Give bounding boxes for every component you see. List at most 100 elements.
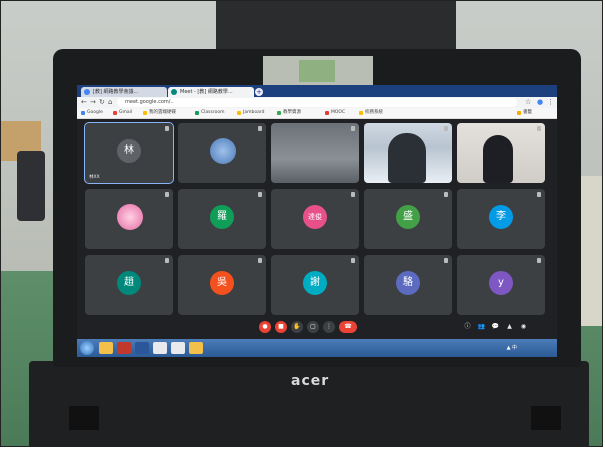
camera-toggle-button[interactable]: ■	[275, 321, 287, 333]
mic-muted-icon	[537, 258, 541, 263]
bookmark-item[interactable]: Gmail	[113, 109, 132, 117]
bookmarks-bar: Google Gmail 我的雲端硬碟 Classroom Jamboard 教…	[77, 108, 557, 119]
activities-icon[interactable]: ▲	[505, 322, 514, 331]
menu-icon[interactable]: ⋮	[547, 99, 554, 106]
avatar	[210, 138, 236, 164]
participant-tile[interactable]: 趙	[85, 255, 173, 315]
bookmark-item[interactable]: 書籤	[517, 109, 532, 117]
bookmark-icon	[81, 111, 85, 115]
participant-tile[interactable]: 謝	[271, 255, 359, 315]
mic-muted-icon	[351, 126, 355, 131]
more-icon: ⋮	[326, 323, 332, 330]
participant-tile[interactable]: 達俊	[271, 189, 359, 249]
star-icon[interactable]: ☆	[525, 99, 531, 106]
webcam-sticker	[299, 60, 335, 82]
bookmark-icon	[237, 111, 241, 115]
bookmark-icon	[277, 111, 281, 115]
participant-avatar: 謝	[303, 270, 327, 295]
bookmark-icon	[143, 111, 147, 115]
mic-muted-icon	[444, 126, 448, 131]
participant-avatar: 盛	[396, 204, 420, 229]
laptop-screen: [教] 網路教學會議... Meet - [教] 網路教學... + ← → ↻…	[77, 85, 557, 357]
reload-icon[interactable]: ↻	[99, 99, 105, 106]
photo-frame: acer [教] 網路教學會議... Meet - [教] 網路教學... + …	[0, 0, 603, 447]
tab-label: Meet - [教] 網路教學...	[180, 89, 233, 95]
system-tray[interactable]: ▲ 中	[507, 344, 517, 351]
participant-video	[85, 189, 173, 249]
participant-tile[interactable]	[271, 123, 359, 183]
bookmark-item[interactable]: 教學資源	[277, 109, 301, 117]
media-icon[interactable]	[117, 342, 131, 354]
participant-tile[interactable]: 盛	[364, 189, 452, 249]
chrome-icon[interactable]	[153, 342, 167, 354]
address-bar: ← → ↻ ⌂ meet.google.com/.. ☆ ● ⋮	[77, 97, 557, 108]
forward-icon[interactable]: →	[90, 99, 96, 106]
browser-tab-1[interactable]: [教] 網路教學會議...	[81, 87, 167, 97]
host-controls-icon[interactable]: ◉	[519, 322, 528, 331]
bookmark-item[interactable]: MOOC	[325, 109, 345, 117]
profile-icon[interactable]: ●	[537, 99, 543, 106]
bookmark-item[interactable]: Jamboard	[237, 109, 264, 117]
participant-tile[interactable]	[364, 123, 452, 183]
desk-device	[17, 151, 45, 221]
meet-controls-bar: ● ■ ✋ ▢ ⋮ ☎ ⓘ 👥 💬 ▲ ◉	[77, 317, 557, 337]
chat-icon[interactable]: 💬	[491, 322, 500, 331]
participant-video	[457, 123, 545, 183]
participant-tile[interactable]	[85, 189, 173, 249]
participant-video	[364, 123, 452, 183]
participant-avatar: 林	[117, 138, 141, 163]
laptop-brand-logo: acer	[291, 373, 330, 389]
url-field[interactable]: meet.google.com/..	[117, 98, 517, 107]
camera-off-icon: ■	[278, 323, 284, 330]
bookmark-item[interactable]: Classroom	[195, 109, 224, 117]
person-silhouette	[483, 135, 513, 183]
hand-icon: ✋	[293, 323, 301, 330]
folder-icon[interactable]	[189, 342, 203, 354]
participant-tile[interactable]: 吳	[178, 255, 266, 315]
participant-tile[interactable]	[457, 123, 545, 183]
bookmark-item[interactable]: 我的雲端硬碟	[143, 109, 176, 117]
bookmark-icon	[359, 111, 363, 115]
laptop-hinge-right	[531, 406, 561, 430]
back-icon[interactable]: ←	[81, 99, 87, 106]
participant-tile[interactable]	[178, 123, 266, 183]
mic-muted-icon	[165, 258, 169, 263]
participant-tile[interactable]: 林林XX	[84, 122, 174, 184]
bookmark-item[interactable]: Google	[81, 109, 103, 117]
participant-video	[178, 123, 266, 183]
browser-tab-bar: [教] 網路教學會議... Meet - [教] 網路教學... +	[77, 85, 557, 97]
people-icon[interactable]: 👥	[477, 322, 486, 331]
mic-muted-icon	[258, 192, 262, 197]
mic-muted-icon	[351, 258, 355, 263]
participant-tile[interactable]: 李	[457, 189, 545, 249]
participant-tile[interactable]: 羅	[178, 189, 266, 249]
meet-favicon-icon	[171, 89, 177, 95]
participant-avatar: 趙	[117, 270, 141, 295]
info-icon[interactable]: ⓘ	[463, 322, 472, 331]
chrome-window-icon[interactable]	[171, 342, 185, 354]
mic-off-icon: ●	[262, 323, 268, 330]
raise-hand-button[interactable]: ✋	[291, 321, 303, 333]
mic-muted-icon	[444, 192, 448, 197]
participant-avatar: y	[489, 270, 513, 295]
participant-tile[interactable]: y	[457, 255, 545, 315]
word-icon[interactable]	[135, 342, 149, 354]
participant-avatar: 駱	[396, 270, 420, 295]
tab-label: [教] 網路教學會議...	[93, 89, 139, 95]
mic-muted-icon	[258, 126, 262, 131]
mic-muted-icon	[444, 258, 448, 263]
present-icon: ▢	[310, 323, 316, 330]
hang-up-button[interactable]: ☎	[339, 321, 357, 333]
participant-tile[interactable]: 駱	[364, 255, 452, 315]
new-tab-button[interactable]: +	[255, 88, 263, 96]
start-button-icon[interactable]	[80, 341, 94, 355]
bookmark-item[interactable]: 校務系統	[359, 109, 383, 117]
browser-tab-2[interactable]: Meet - [教] 網路教學...	[168, 87, 254, 97]
tab-favicon-icon	[84, 89, 90, 95]
mic-toggle-button[interactable]: ●	[259, 321, 271, 333]
home-icon[interactable]: ⌂	[108, 99, 112, 106]
more-options-button[interactable]: ⋮	[323, 321, 335, 333]
bookmark-icon	[325, 111, 329, 115]
present-button[interactable]: ▢	[307, 321, 319, 333]
explorer-icon[interactable]	[99, 342, 113, 354]
